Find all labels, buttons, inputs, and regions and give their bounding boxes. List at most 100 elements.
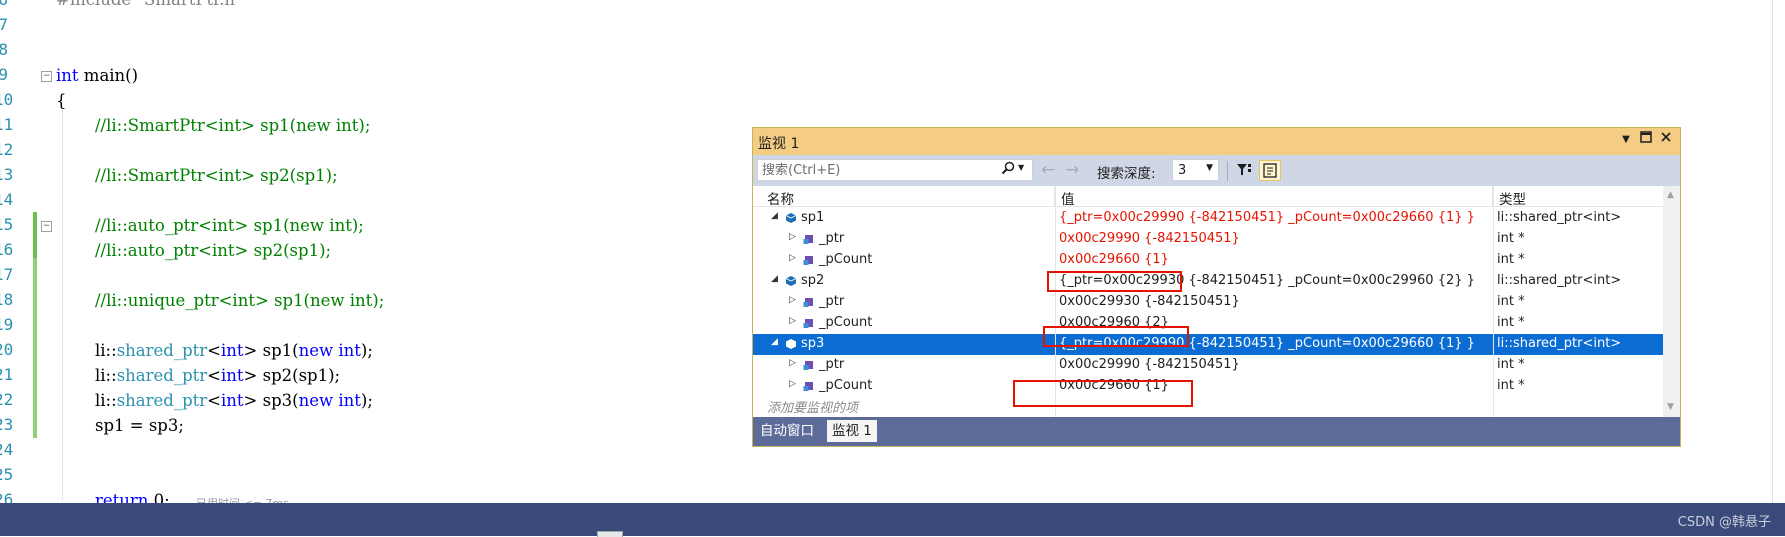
search-back-icon[interactable]: ← — [1041, 160, 1055, 180]
watch-row[interactable]: ▷ _ptr 0x00c29930 {-842150451} int * — [753, 292, 1663, 313]
code-statement: li::shared_ptr<int> sp2(sp1); — [95, 366, 340, 385]
search-forward-icon[interactable]: → — [1065, 160, 1079, 180]
dropdown-icon[interactable]: ▼ — [1617, 131, 1635, 149]
template-open: < — [207, 391, 221, 410]
keyword-new: new — [298, 341, 334, 360]
line-number: 11 — [0, 115, 14, 134]
watch-name: sp2 — [801, 273, 825, 288]
maximize-icon[interactable] — [1637, 131, 1655, 149]
watch-value[interactable]: 0x00c29990 {-842150451} — [1059, 357, 1240, 372]
editor-scrollbar[interactable] — [1772, 0, 1785, 503]
watch-type: int * — [1497, 357, 1525, 372]
line-number: 16 — [0, 240, 14, 259]
watch-type: li::shared_ptr<int> — [1497, 336, 1622, 351]
column-header-value[interactable]: 值 — [1055, 186, 1493, 208]
template-open: < — [207, 366, 221, 385]
search-icon[interactable] — [1001, 161, 1015, 179]
line-number: 25 — [0, 465, 14, 484]
code-comment: //li::SmartPtr<int> sp1(new int); — [95, 116, 371, 135]
watch-row[interactable]: ▷ _pCount 0x00c29660 {1} int * — [753, 376, 1663, 397]
watch-type: int * — [1497, 315, 1525, 330]
collapse-arrow-icon[interactable]: ◢ — [771, 337, 778, 347]
object-icon — [785, 276, 797, 286]
declarator: > sp3( — [243, 391, 299, 410]
line-number: 22 — [0, 390, 14, 409]
code-statement: li::shared_ptr<int> sp3(new int); — [95, 391, 373, 410]
watch-tab-strip: 自动窗口 监视 1 — [753, 417, 1680, 446]
declarator: > sp2(sp1); — [243, 366, 341, 385]
search-depth-value: 3 — [1178, 163, 1187, 178]
expand-arrow-icon[interactable]: ▷ — [789, 358, 796, 368]
namespace: li:: — [95, 341, 117, 360]
filter-pin-button[interactable] — [1234, 160, 1256, 181]
line-number: 24 — [0, 440, 14, 459]
type-name: shared_ptr — [116, 366, 208, 385]
search-glyph — [1001, 161, 1015, 175]
watch-row[interactable]: ◢ sp3 {_ptr=0x00c29990 {-842150451} _pCoun… — [753, 334, 1663, 355]
field-icon — [803, 256, 813, 265]
scroll-up-icon[interactable]: ▲ — [1667, 190, 1674, 200]
close-icon[interactable] — [1657, 131, 1675, 149]
line-number: 18 — [0, 290, 14, 309]
watch-row[interactable]: ◢ sp2 {_ptr=0x00c29930 {-842150451} _pCoun… — [753, 271, 1663, 292]
line-number: 23 — [0, 415, 14, 434]
chevron-down-icon: ▼ — [1206, 163, 1213, 173]
search-depth-select[interactable]: 3 ▼ — [1172, 159, 1219, 181]
watch-title-bar[interactable]: 监视 1 ▼ — [753, 128, 1680, 155]
tab-autos[interactable]: 自动窗口 — [755, 420, 819, 442]
expand-arrow-icon[interactable]: ▷ — [789, 295, 796, 305]
watch-row[interactable]: ▷ _pCount 0x00c29660 {1} int * — [753, 250, 1663, 271]
line-number: 6 — [0, 0, 8, 9]
watch-scrollbar[interactable]: ▲ ▼ — [1663, 186, 1680, 417]
watch-name: _pCount — [819, 315, 873, 330]
watch-row[interactable]: ◢ sp1 {_ptr=0x00c29990 {-842150451} _pCoun… — [753, 208, 1663, 229]
search-options-icon[interactable]: ▼ — [1018, 163, 1024, 172]
hex-display-button[interactable] — [1259, 160, 1281, 181]
watch-row[interactable]: ▷ _ptr 0x00c29990 {-842150451} int * — [753, 229, 1663, 250]
column-header-label: 值 — [1061, 192, 1075, 208]
watch-type: li::shared_ptr<int> — [1497, 273, 1622, 288]
watch-value[interactable]: {_ptr=0x00c29990 {-842150451} _pCount=0x… — [1059, 210, 1475, 225]
expand-arrow-icon[interactable]: ▷ — [789, 232, 796, 242]
watch-type: li::shared_ptr<int> — [1497, 210, 1622, 225]
tab-watch-1[interactable]: 监视 1 — [827, 420, 877, 442]
search-depth-label: 搜索深度: — [1097, 166, 1156, 182]
collapse-toggle-main[interactable]: − — [41, 71, 52, 82]
expand-arrow-icon[interactable]: ▷ — [789, 253, 796, 263]
watch-value[interactable]: 0x00c29990 {-842150451} — [1059, 231, 1240, 246]
watch-row[interactable]: ▷ _pCount 0x00c29960 {2} int * — [753, 313, 1663, 334]
search-input[interactable] — [762, 162, 992, 178]
add-watch-item[interactable]: 添加要监视的项 — [767, 397, 858, 416]
code-comment: //li::SmartPtr<int> sp2(sp1); — [95, 166, 338, 185]
collapse-arrow-icon[interactable]: ◢ — [771, 274, 778, 284]
line-number: 7 — [0, 15, 8, 34]
collapse-toggle-comment[interactable]: − — [41, 221, 52, 232]
expand-arrow-icon[interactable]: ▷ — [789, 316, 796, 326]
watch-row[interactable]: ▷ _ptr 0x00c29990 {-842150451} int * — [753, 355, 1663, 376]
line-number: 17 — [0, 265, 14, 284]
column-header-type[interactable]: 类型 — [1493, 186, 1663, 208]
collapse-arrow-icon[interactable]: ◢ — [771, 211, 778, 221]
watch-name: _ptr — [819, 357, 845, 372]
change-indicator — [33, 258, 37, 438]
watch-title: 监视 1 — [758, 136, 800, 152]
watch-name: sp3 — [801, 336, 825, 351]
keyword-int: int — [338, 391, 361, 410]
template-open: < — [207, 341, 221, 360]
field-icon — [803, 298, 813, 307]
column-header-name[interactable]: 名称 — [753, 186, 1055, 208]
field-icon — [803, 235, 813, 244]
watch-window: 监视 1 ▼ ▼ ← → 搜索深度: 3 ▼ — [752, 127, 1681, 447]
indent-guide — [62, 110, 63, 500]
watch-value[interactable]: 0x00c29660 {1} — [1059, 252, 1169, 267]
code-comment: //li::auto_ptr<int> sp1(new int); — [95, 216, 364, 235]
keyword-int: int — [221, 366, 244, 385]
search-box[interactable]: ▼ — [757, 159, 1033, 181]
watch-grid[interactable]: 名称 值 类型 ◢ sp1 {_ptr=0x00c29990 {-842150451… — [753, 186, 1680, 417]
scroll-down-icon[interactable]: ▼ — [1667, 402, 1674, 412]
watch-value[interactable]: 0x00c29930 {-842150451} — [1059, 294, 1240, 309]
expand-arrow-icon[interactable]: ▷ — [789, 379, 796, 389]
namespace: li:: — [95, 391, 117, 410]
keyword-int: int — [338, 341, 361, 360]
watch-name: _ptr — [819, 294, 845, 309]
